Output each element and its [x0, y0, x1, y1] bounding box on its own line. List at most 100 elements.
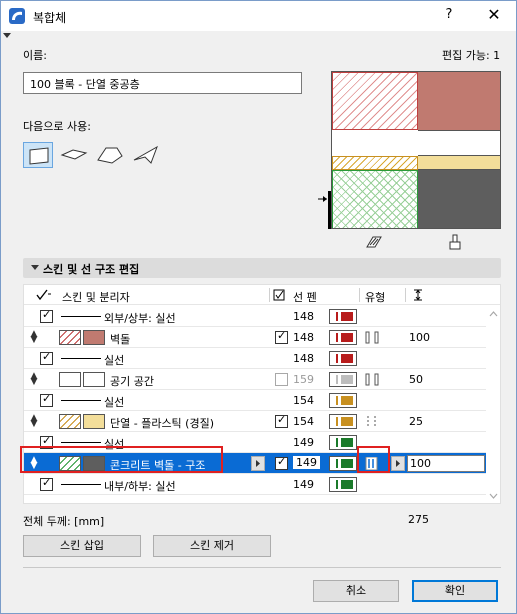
skin-visible-checkbox[interactable]: [275, 413, 288, 428]
skin-line-structure-section[interactable]: 스킨 및 선 구조 편집: [23, 258, 501, 278]
line-name: 실선: [104, 396, 125, 409]
preview-insulation-fill: [418, 156, 500, 170]
table-header: 스킨 및 분리자 선 펜 유형: [24, 285, 500, 305]
pen-color-swatch[interactable]: [329, 456, 357, 471]
preview-brick-hatched: [332, 72, 418, 130]
pen-number[interactable]: 159: [293, 373, 314, 386]
line-row[interactable]: 내부/하부: 실선 149: [24, 474, 486, 495]
skin-visible-checkbox[interactable]: [275, 329, 288, 344]
drag-handle-icon[interactable]: ▲ ▼: [29, 372, 39, 387]
pen-color-swatch[interactable]: [329, 351, 357, 366]
pen-number[interactable]: 149: [293, 436, 314, 449]
pen-number[interactable]: 148: [293, 352, 314, 365]
fill-pattern-swatch[interactable]: [59, 372, 81, 387]
line-type-sample[interactable]: [61, 484, 101, 485]
skin-thickness[interactable]: 50: [409, 373, 423, 386]
fill-color-swatch[interactable]: [83, 372, 105, 387]
paint-bucket-icon[interactable]: [447, 233, 465, 251]
line-row[interactable]: 실선 148: [24, 348, 486, 369]
skin-type-menu-button[interactable]: [391, 456, 405, 471]
header-skins: 스킨 및 분리자: [62, 291, 130, 304]
name-label: 이름:: [23, 49, 47, 62]
pen-color-swatch[interactable]: [329, 330, 357, 345]
preview-concrete-hatched: [332, 170, 418, 228]
line-visible-checkbox[interactable]: [40, 350, 53, 365]
highlight-skin-type: [357, 446, 390, 473]
preview-brick-fill: [418, 72, 500, 130]
composite-preview: [331, 71, 501, 229]
skin-thickness[interactable]: 100: [409, 331, 430, 344]
shell-icon[interactable]: [131, 142, 161, 168]
section-title: 스킨 및 선 구조 편집: [43, 263, 140, 276]
line-type-sample[interactable]: [61, 400, 101, 401]
section-collapse-icon[interactable]: [31, 265, 39, 270]
pen-color-swatch[interactable]: [329, 414, 357, 429]
thickness-icon: [414, 289, 422, 301]
cancel-button[interactable]: 취소: [313, 580, 399, 602]
pen-number[interactable]: 148: [293, 310, 314, 323]
skin-visible-checkbox[interactable]: [275, 373, 288, 386]
insert-skin-button[interactable]: 스킨 삽입: [23, 535, 141, 557]
title-bar: 복합체 ? ✕: [1, 1, 516, 31]
pen-color-swatch[interactable]: [329, 435, 357, 450]
help-button[interactable]: ?: [439, 7, 459, 25]
pen-number[interactable]: 154: [293, 394, 314, 407]
pen-number[interactable]: 154: [293, 415, 314, 428]
pen-color-swatch[interactable]: [329, 372, 357, 387]
ok-button[interactable]: 확인: [412, 580, 498, 602]
skin-visible-checkbox[interactable]: [275, 455, 288, 470]
skin-name: 단열 - 플라스틱 (경질): [110, 417, 215, 430]
line-type-sample[interactable]: [61, 358, 101, 359]
fill-color-swatch[interactable]: [83, 330, 105, 345]
skin-type-icon[interactable]: [365, 415, 387, 428]
skin-thickness[interactable]: 100: [407, 455, 485, 472]
check-all-icon[interactable]: [36, 289, 52, 301]
total-thickness-label: 전체 두께: [mm]: [23, 515, 105, 528]
visibility-check-icon[interactable]: [273, 289, 289, 301]
collapse-triangle-icon[interactable]: [3, 33, 11, 38]
archicad-app-icon: [9, 8, 25, 24]
skin-name: 공기 공간: [110, 375, 154, 388]
composite-name-field[interactable]: 100 블록 - 단열 중공층: [23, 72, 302, 94]
fill-color-swatch[interactable]: [83, 414, 105, 429]
close-button[interactable]: ✕: [481, 5, 507, 27]
skin-row[interactable]: ▲▼ 벽돌 148 100: [24, 327, 486, 348]
line-row[interactable]: 실선 154: [24, 390, 486, 411]
slab-icon[interactable]: [59, 142, 89, 168]
preview-concrete-fill: [418, 170, 500, 228]
drag-handle-icon[interactable]: ▲ ▼: [29, 414, 39, 429]
cut-fill-preview-icon[interactable]: [365, 233, 383, 251]
wall-icon[interactable]: [23, 142, 53, 168]
fill-pattern-swatch[interactable]: [59, 330, 81, 345]
remove-skin-button[interactable]: 스킨 제거: [153, 535, 271, 557]
pen-color-swatch[interactable]: [329, 309, 357, 324]
table-scrollbar[interactable]: [487, 307, 500, 503]
use-as-label: 다음으로 사용:: [23, 120, 91, 133]
header-type: 유형: [365, 291, 386, 304]
pen-number[interactable]: 149: [293, 478, 314, 491]
line-visible-checkbox[interactable]: [40, 308, 53, 323]
drag-handle-icon[interactable]: ▲ ▼: [29, 330, 39, 345]
preview-insulation-hatched: [332, 156, 418, 170]
skin-type-icon[interactable]: [365, 331, 387, 344]
line-visible-checkbox[interactable]: [40, 476, 53, 491]
skin-menu-button[interactable]: [251, 456, 265, 471]
line-name: 외부/상부: 실선: [104, 312, 176, 325]
pen-number[interactable]: 149: [293, 456, 320, 469]
header-pen: 선 펜: [293, 291, 317, 304]
skin-row[interactable]: ▲▼ 단열 - 플라스틱 (경질) 154 25: [24, 411, 486, 432]
skin-thickness[interactable]: 25: [409, 415, 423, 428]
line-visible-checkbox[interactable]: [40, 392, 53, 407]
pen-color-swatch[interactable]: [329, 393, 357, 408]
editable-count-label: 편집 가능: 1: [442, 49, 501, 62]
roof-icon[interactable]: [95, 142, 125, 168]
line-row[interactable]: 외부/상부: 실선 148: [24, 306, 486, 327]
line-type-sample[interactable]: [61, 316, 101, 317]
skin-type-icon[interactable]: [365, 373, 387, 386]
pen-color-swatch[interactable]: [329, 477, 357, 492]
skin-row[interactable]: ▲ ▼ 공기 공간 159 50: [24, 369, 486, 390]
fill-pattern-swatch[interactable]: [59, 414, 81, 429]
reference-line-marker-icon: [318, 191, 331, 229]
pen-number[interactable]: 148: [293, 331, 314, 344]
line-type-sample[interactable]: [61, 442, 101, 443]
